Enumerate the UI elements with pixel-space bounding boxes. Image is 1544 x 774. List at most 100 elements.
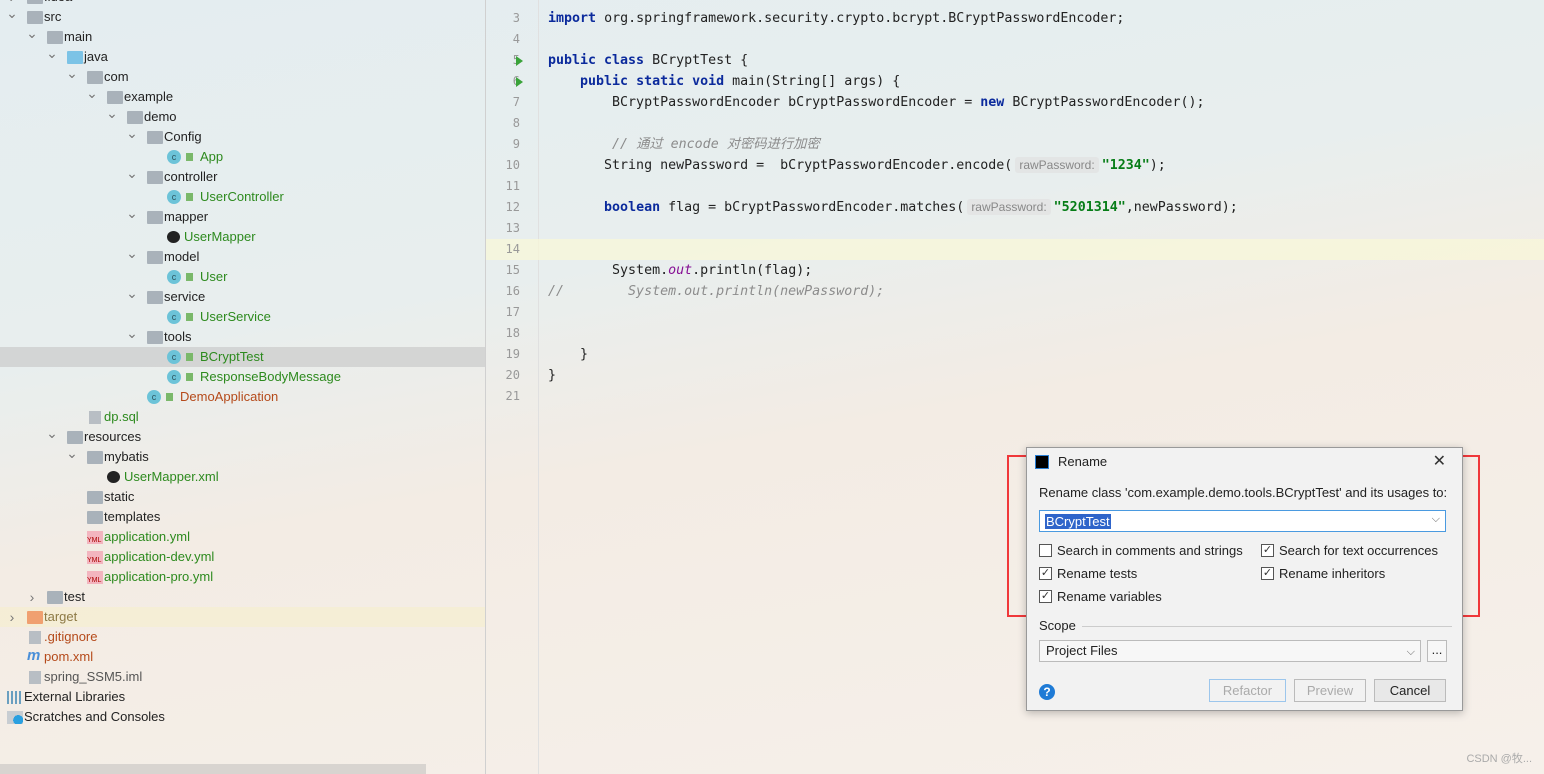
code-line[interactable]: 9 // 通过 encode 对密码进行加密 <box>486 134 1544 155</box>
code-text: System.out.println(flag); <box>548 260 812 281</box>
tree-item[interactable]: ⌄ controller <box>0 165 485 187</box>
checkbox-box[interactable]: ✓ <box>1039 590 1052 603</box>
checkbox-box[interactable]: ✓ <box>1039 567 1052 580</box>
mybatis-bird-icon <box>167 231 180 243</box>
tree-item[interactable]: ⌄ com <box>0 65 485 87</box>
tree-item[interactable]: › test <box>0 587 485 607</box>
tree-item[interactable]: c BCryptTest <box>0 347 485 367</box>
code-line[interactable]: 7 BCryptPasswordEncoder bCryptPasswordEn… <box>486 92 1544 113</box>
code-line[interactable]: 17 <box>486 302 1544 323</box>
code-line[interactable]: 6 public static void main(String[] args)… <box>486 71 1544 92</box>
chevron-down-icon[interactable]: ⌄ <box>6 3 18 23</box>
horizontal-scrollbar[interactable] <box>0 764 426 774</box>
cancel-button[interactable]: Cancel <box>1374 679 1446 702</box>
tree-item[interactable]: UserMapper <box>0 227 485 247</box>
tree-item[interactable]: YML application-pro.yml <box>0 567 485 587</box>
tree-item[interactable]: ⌄ service <box>0 285 485 307</box>
chevron-down-icon[interactable]: ⌄ <box>126 123 138 143</box>
code-line[interactable]: 12 boolean flag = bCryptPasswordEncoder.… <box>486 197 1544 218</box>
tree-item[interactable]: c User <box>0 267 485 287</box>
code-token: import <box>548 11 597 26</box>
code-line[interactable]: 15 System.out.println(flag); <box>486 260 1544 281</box>
tree-item[interactable]: › target <box>0 607 485 627</box>
code-token: main(String[] args) { <box>724 74 901 89</box>
checkbox-box[interactable]: ✓ <box>1261 567 1274 580</box>
chevron-down-icon[interactable]: ⌵ <box>1432 513 1440 526</box>
tree-item[interactable]: ⌄ example <box>0 85 485 107</box>
code-line[interactable]: 14 <box>486 239 1544 260</box>
chevron-down-icon[interactable]: ⌵ <box>1407 642 1415 662</box>
code-line[interactable]: 5 public class BCryptTest { <box>486 50 1544 71</box>
chevron-down-icon[interactable]: ⌄ <box>26 23 38 43</box>
scope-select[interactable]: Project Files ⌵ <box>1039 640 1421 662</box>
tree-item[interactable]: External Libraries <box>0 687 485 707</box>
code-line[interactable]: 21 <box>486 386 1544 407</box>
line-number: 13 <box>505 221 520 235</box>
help-icon[interactable]: ? <box>1039 684 1055 700</box>
tree-item[interactable]: c UserService <box>0 307 485 327</box>
code-line[interactable]: 4 <box>486 29 1544 50</box>
code-line[interactable]: 3 import org.springframework.security.cry… <box>486 8 1544 29</box>
chevron-down-icon[interactable]: ⌄ <box>66 443 78 463</box>
chevron-down-icon[interactable]: ⌄ <box>126 283 138 303</box>
chevron-down-icon[interactable]: ⌄ <box>126 163 138 183</box>
tree-item[interactable]: Scratches and Consoles <box>0 707 485 727</box>
tree-item[interactable]: ⌄ model <box>0 245 485 267</box>
tree-item[interactable]: m pom.xml <box>0 647 485 667</box>
tree-item[interactable]: static <box>0 487 485 507</box>
yaml-file-icon: YML <box>87 551 103 564</box>
chevron-down-icon[interactable]: ⌄ <box>126 243 138 263</box>
run-gutter-icon[interactable] <box>516 77 523 87</box>
code-line[interactable]: 13 <box>486 218 1544 239</box>
new-name-input[interactable]: BCryptTest ⌵ <box>1039 510 1446 532</box>
checkbox-box[interactable] <box>1039 544 1052 557</box>
preview-button[interactable]: Preview <box>1294 679 1366 702</box>
chevron-down-icon[interactable]: ⌄ <box>126 323 138 343</box>
chevron-down-icon[interactable]: ⌄ <box>66 63 78 83</box>
chevron-down-icon[interactable]: ⌄ <box>86 83 98 103</box>
dialog-title-bar[interactable]: Rename ✕ <box>1027 448 1462 476</box>
code-line[interactable]: 16 // System.out.println(newPassword); <box>486 281 1544 302</box>
tree-item[interactable]: templates <box>0 507 485 527</box>
tree-item[interactable]: YML application-dev.yml <box>0 547 485 567</box>
code-line[interactable]: 19 } <box>486 344 1544 365</box>
close-icon[interactable]: ✕ <box>1433 448 1446 476</box>
tree-item[interactable]: spring_SSM5.iml <box>0 667 485 687</box>
refactor-button[interactable]: Refactor <box>1209 679 1286 702</box>
parameter-hint: rawPassword: <box>967 199 1051 215</box>
code-line[interactable]: 20} <box>486 365 1544 386</box>
checkbox-box[interactable]: ✓ <box>1261 544 1274 557</box>
tree-item[interactable]: ⌄ mybatis <box>0 445 485 467</box>
tree-item[interactable]: ⌄ Config <box>0 125 485 147</box>
chevron-right-icon[interactable]: › <box>26 587 38 607</box>
code-line[interactable]: 18 <box>486 323 1544 344</box>
chevron-down-icon[interactable]: ⌄ <box>106 103 118 123</box>
tree-item[interactable]: c UserController <box>0 187 485 207</box>
tree-item[interactable]: ⌄ main <box>0 25 485 47</box>
chevron-down-icon[interactable]: ⌄ <box>46 423 58 443</box>
chevron-down-icon[interactable]: ⌄ <box>46 43 58 63</box>
tree-item-label: mapper <box>164 209 209 224</box>
tree-item[interactable]: ›.idea <box>0 0 485 7</box>
tree-item[interactable]: dp.sql <box>0 407 485 427</box>
scope-more-button[interactable]: ... <box>1427 640 1447 662</box>
tree-item[interactable]: c App <box>0 147 485 167</box>
tree-item[interactable]: ⌄ src <box>0 5 485 27</box>
checkbox-label: Rename variables <box>1057 589 1162 604</box>
code-line[interactable]: 10 String newPassword = bCryptPasswordEn… <box>486 155 1544 176</box>
tree-item[interactable]: c ResponseBodyMessage <box>0 367 485 387</box>
chevron-down-icon[interactable]: ⌄ <box>126 203 138 223</box>
run-gutter-icon[interactable] <box>516 56 523 66</box>
chevron-right-icon[interactable]: › <box>6 607 18 627</box>
tree-item[interactable]: ⌄ tools <box>0 325 485 347</box>
code-line[interactable]: 8 <box>486 113 1544 134</box>
tree-item[interactable]: ⌄ mapper <box>0 205 485 227</box>
tree-item[interactable]: .gitignore <box>0 627 485 647</box>
tree-item[interactable]: YML application.yml <box>0 527 485 547</box>
tree-item[interactable]: ⌄ demo <box>0 105 485 127</box>
scratches-icon <box>7 711 23 724</box>
code-line[interactable]: 11 <box>486 176 1544 197</box>
intellij-logo-icon <box>1035 455 1049 469</box>
tree-item[interactable]: UserMapper.xml <box>0 467 485 487</box>
tree-item[interactable]: c DemoApplication <box>0 387 485 407</box>
